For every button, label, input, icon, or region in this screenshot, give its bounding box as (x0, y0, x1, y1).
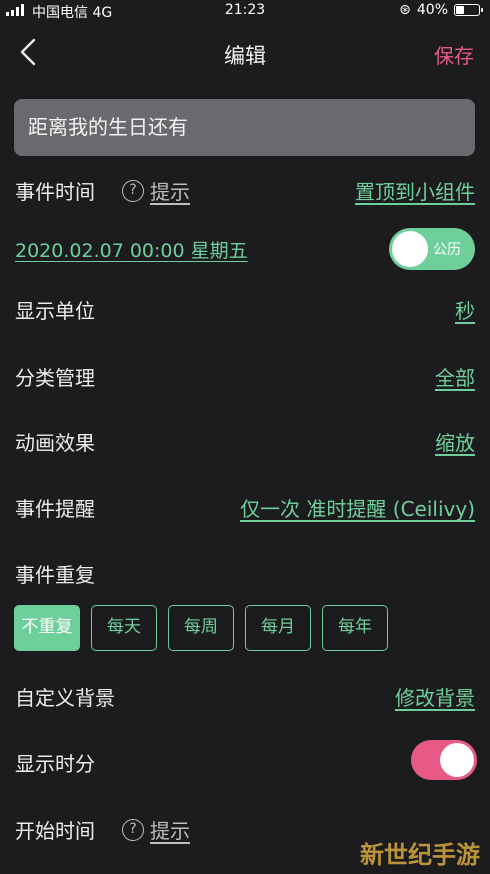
setting-value[interactable]: 秒 (455, 295, 475, 324)
setting-row-animation[interactable]: 动画效果 缩放 (0, 421, 490, 461)
event-time-label: 事件时间 (15, 180, 95, 204)
repeat-label: 事件重复 (15, 563, 95, 587)
setting-row-reminder[interactable]: 事件提醒 仅一次 准时提醒 (Ceilivy) (0, 487, 490, 527)
start-time-hint[interactable]: ? 提示 (122, 815, 190, 844)
repeat-row: 事件重复 (0, 553, 490, 593)
event-date-value[interactable]: 2020.02.07 00:00 星期五 (15, 236, 248, 263)
repeat-option[interactable]: 不重复 (14, 605, 80, 651)
toggle-knob (392, 231, 428, 267)
repeat-option[interactable]: 每年 (322, 605, 388, 651)
show-hm-toggle[interactable] (411, 740, 477, 780)
setting-row-category[interactable]: 分类管理 全部 (0, 356, 490, 396)
show-hm-label: 显示时分 (15, 752, 95, 776)
nav-bar: 编辑 保存 (0, 30, 490, 74)
setting-row-unit[interactable]: 显示单位 秒 (0, 289, 490, 329)
repeat-option[interactable]: 每天 (91, 605, 157, 651)
question-icon: ? (122, 179, 144, 202)
event-time-hint[interactable]: ? 提示 (122, 176, 190, 205)
status-bar: 中国电信 4G 21:23 ⊛ 40% (0, 0, 490, 22)
calendar-type-label: 公历 (433, 242, 461, 258)
setting-value[interactable]: 仅一次 准时提醒 (Ceilivy) (240, 493, 475, 522)
event-time-row: 事件时间 ? 提示 置顶到小组件 (0, 170, 490, 210)
background-row[interactable]: 自定义背景 修改背景 (0, 676, 490, 716)
setting-label: 分类管理 (15, 366, 95, 390)
setting-value[interactable]: 全部 (435, 362, 475, 391)
event-name-input[interactable]: 距离我的生日还有 (14, 99, 475, 156)
repeat-options: 不重复 每天 每周 每月 每年 (14, 605, 388, 651)
background-label: 自定义背景 (15, 686, 115, 710)
save-button[interactable]: 保存 (434, 40, 474, 69)
battery-icon (454, 4, 483, 16)
question-icon: ? (122, 818, 144, 841)
repeat-option[interactable]: 每月 (245, 605, 311, 651)
setting-label: 动画效果 (15, 431, 95, 455)
hint-label: 提示 (150, 819, 190, 843)
setting-label: 显示单位 (15, 299, 95, 323)
battery-percent: 40% (416, 2, 448, 18)
change-background-link[interactable]: 修改背景 (395, 682, 475, 711)
page-title: 编辑 (224, 44, 266, 68)
start-time-label: 开始时间 (15, 819, 95, 843)
toggle-knob (440, 743, 474, 777)
hint-label: 提示 (150, 180, 190, 204)
repeat-option[interactable]: 每周 (168, 605, 234, 651)
rotation-lock-icon: ⊛ (399, 2, 411, 18)
watermark: 新世纪手游 (360, 841, 480, 869)
setting-label: 事件提醒 (15, 497, 95, 521)
pin-widget-link[interactable]: 置顶到小组件 (355, 176, 475, 205)
setting-value[interactable]: 缩放 (435, 427, 475, 456)
calendar-toggle[interactable]: 公历 (389, 228, 475, 270)
